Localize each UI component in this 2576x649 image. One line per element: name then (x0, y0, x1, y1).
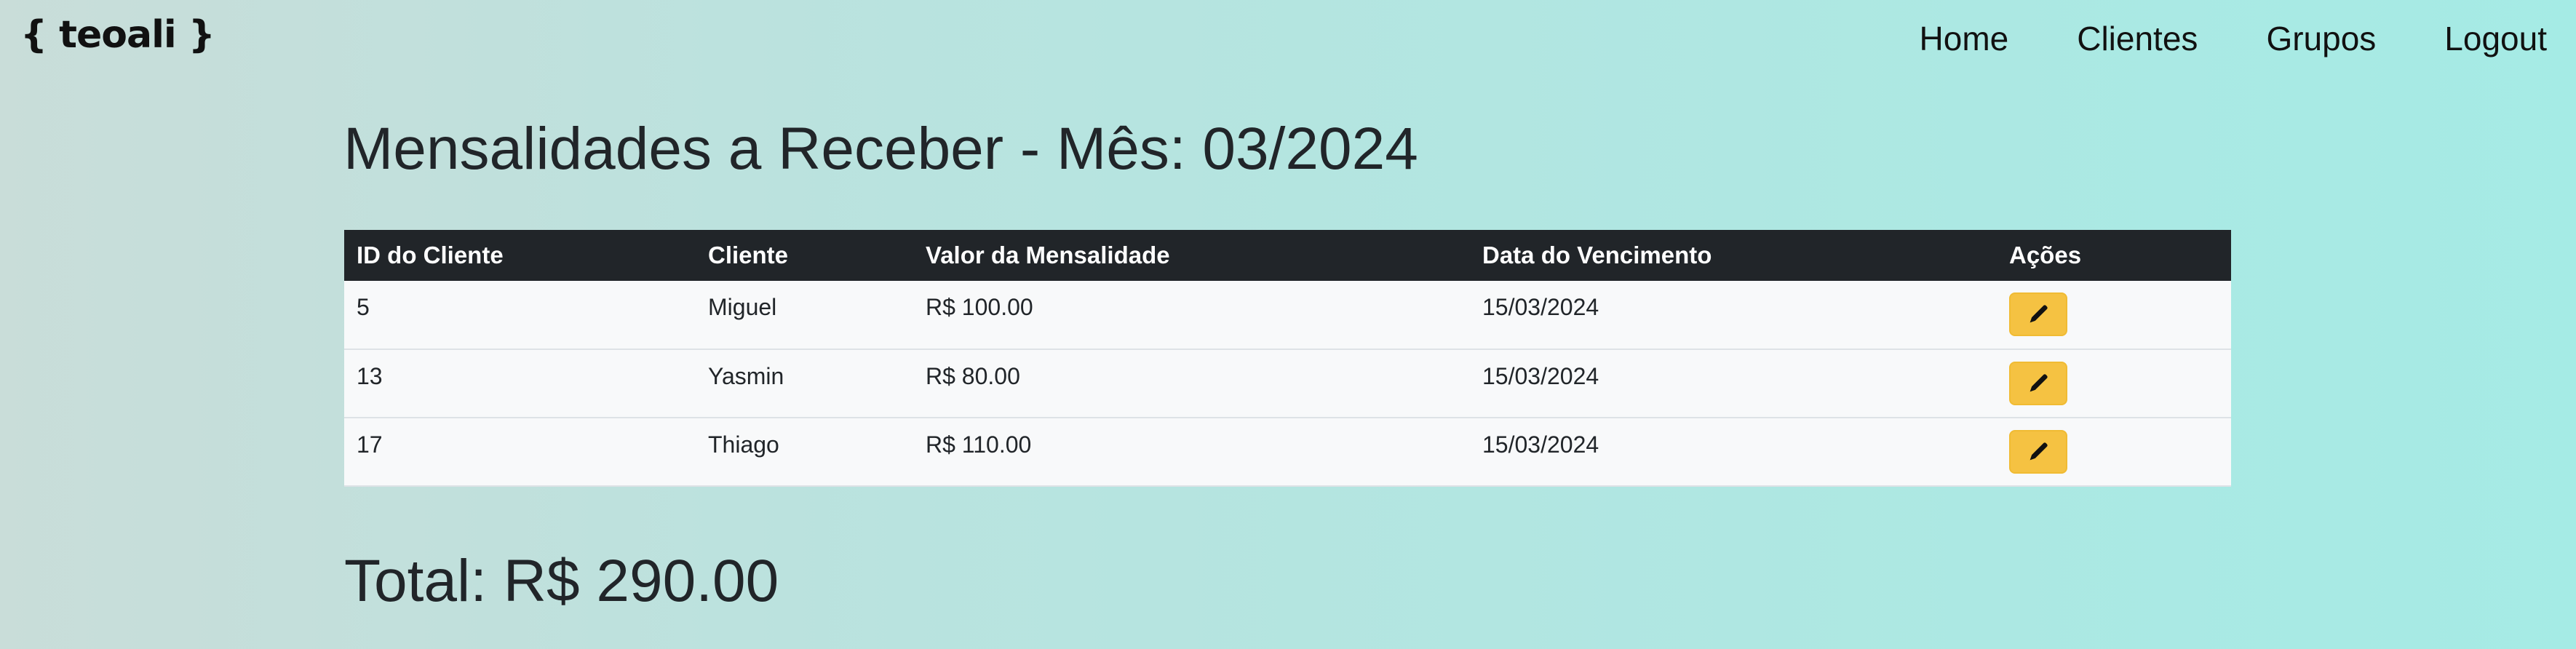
cell-id: 5 (344, 281, 696, 350)
cell-id: 13 (344, 349, 696, 418)
cell-vencimento: 15/03/2024 (1470, 349, 1997, 418)
column-header-id: ID do Cliente (344, 230, 696, 281)
column-header-cliente: Cliente (696, 230, 913, 281)
cell-id: 17 (344, 418, 696, 487)
top-nav: Home Clientes Grupos Logout (1920, 19, 2547, 58)
cell-acoes (1997, 349, 2231, 418)
page-title: Mensalidades a Receber - Mês: 03/2024 (343, 116, 1418, 182)
mensalidades-table: ID do Cliente Cliente Valor da Mensalida… (344, 230, 2231, 487)
edit-button[interactable] (2009, 292, 2067, 336)
cell-vencimento: 15/03/2024 (1470, 418, 1997, 487)
cell-cliente: Miguel (696, 281, 913, 350)
cell-valor: R$ 110.00 (913, 418, 1470, 487)
table-row: 17 Thiago R$ 110.00 15/03/2024 (344, 418, 2231, 487)
cell-acoes (1997, 418, 2231, 487)
column-header-vencimento: Data do Vencimento (1470, 230, 1997, 281)
cell-cliente: Thiago (696, 418, 913, 487)
cell-valor: R$ 80.00 (913, 349, 1470, 418)
total-amount: Total: R$ 290.00 (344, 548, 779, 614)
column-header-valor: Valor da Mensalidade (913, 230, 1470, 281)
edit-button[interactable] (2009, 362, 2067, 405)
table-row: 13 Yasmin R$ 80.00 15/03/2024 (344, 349, 2231, 418)
column-header-acoes: Ações (1997, 230, 2231, 281)
brand-logo[interactable]: { teoali } (20, 13, 215, 57)
cell-cliente: Yasmin (696, 349, 913, 418)
table-row: 5 Miguel R$ 100.00 15/03/2024 (344, 281, 2231, 350)
table-header-row: ID do Cliente Cliente Valor da Mensalida… (344, 230, 2231, 281)
nav-item-home[interactable]: Home (1920, 19, 2009, 58)
nav-item-grupos[interactable]: Grupos (2266, 19, 2376, 58)
pencil-icon (2030, 374, 2048, 392)
pencil-icon (2030, 305, 2048, 323)
edit-button[interactable] (2009, 430, 2067, 474)
cell-acoes (1997, 281, 2231, 350)
cell-vencimento: 15/03/2024 (1470, 281, 1997, 350)
cell-valor: R$ 100.00 (913, 281, 1470, 350)
nav-item-clientes[interactable]: Clientes (2077, 19, 2198, 58)
pencil-icon (2030, 442, 2048, 461)
nav-item-logout[interactable]: Logout (2444, 19, 2547, 58)
